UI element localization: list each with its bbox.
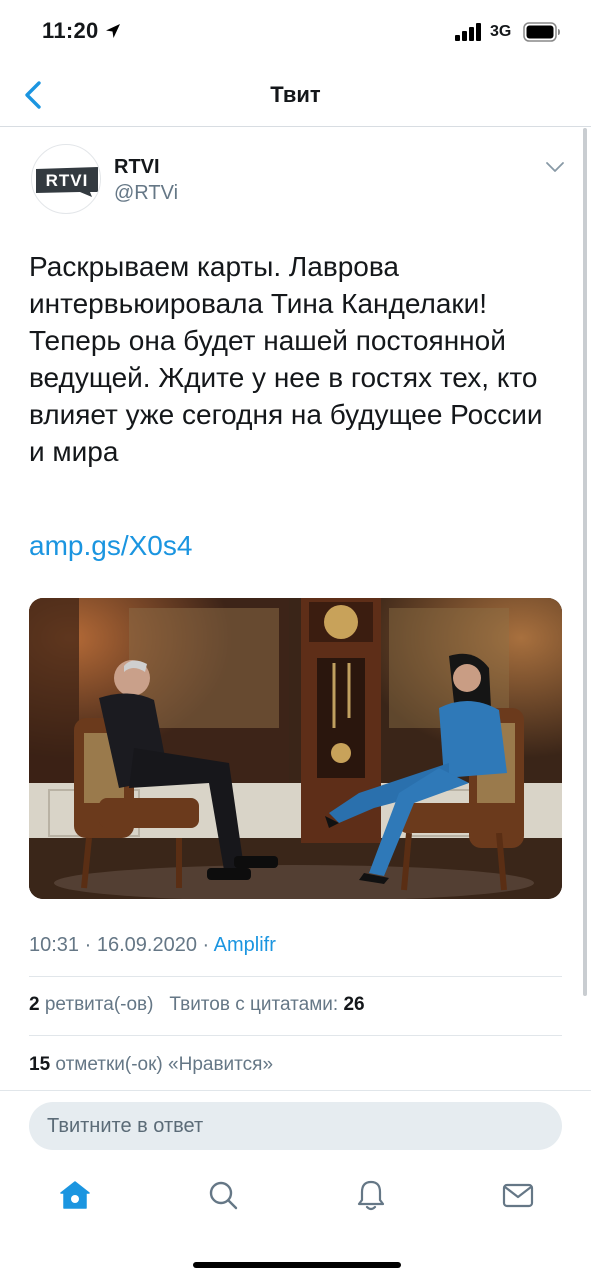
svg-text:RTVI: RTVI: [46, 171, 89, 190]
search-icon[interactable]: [206, 1178, 240, 1212]
tweet-link[interactable]: amp.gs/X0s4: [29, 530, 192, 562]
cellular-signal-icon: [455, 23, 481, 41]
tweet-photo[interactable]: [29, 598, 562, 899]
tweet-text: Раскрываем карты. Лаврова интервьюировал…: [29, 251, 543, 467]
chevron-down-icon[interactable]: [544, 158, 566, 176]
divider: [0, 1090, 591, 1091]
status-bar: 11:20 3G: [0, 0, 591, 64]
likes-stats: 15 отметки(-ок) «Нравится»: [29, 1054, 273, 1076]
page-title: Твит: [270, 82, 321, 107]
quotes-label[interactable]: Твитов с цитатами:: [169, 994, 338, 1015]
meta-separator: ·: [202, 934, 214, 956]
tweet-source[interactable]: Amplifr: [214, 934, 276, 956]
likes-label[interactable]: отметки(-ок) «Нравится»: [55, 1054, 273, 1075]
notifications-icon[interactable]: [354, 1178, 388, 1212]
retweet-stats: 2 ретвита(-ов) Твитов с цитатами: 26: [29, 994, 365, 1016]
quotes-count[interactable]: 26: [343, 994, 364, 1015]
rtvi-logo: RTVI: [36, 167, 98, 197]
author-handle[interactable]: @RTVi: [114, 182, 178, 205]
messages-icon[interactable]: [501, 1178, 535, 1212]
avatar[interactable]: RTVI: [31, 144, 101, 214]
home-indicator: [193, 1262, 401, 1268]
navigation-bar: Твит: [0, 64, 591, 127]
tweet-time: 10:31: [29, 934, 80, 956]
author-name[interactable]: RTVI: [114, 156, 160, 179]
interview-photo-illustration: [29, 598, 562, 899]
home-icon[interactable]: [58, 1178, 92, 1212]
likes-count[interactable]: 15: [29, 1054, 50, 1075]
status-time: 11:20: [42, 18, 99, 43]
tweet-timestamp: 10:31 · 16.09.2020 · Amplifr: [29, 934, 276, 957]
meta-separator: ·: [84, 934, 97, 956]
retweets-label[interactable]: ретвита(-ов): [45, 994, 154, 1015]
tweet-date: 16.09.2020: [96, 934, 197, 956]
divider: [29, 1035, 562, 1036]
scroll-indicator: [583, 128, 587, 996]
network-type: 3G: [490, 23, 512, 40]
location-arrow-icon: [106, 24, 120, 38]
battery-icon: [523, 22, 560, 42]
reply-input[interactable]: Твитните в ответ: [29, 1102, 562, 1150]
divider: [29, 976, 562, 977]
retweets-count[interactable]: 2: [29, 994, 40, 1015]
